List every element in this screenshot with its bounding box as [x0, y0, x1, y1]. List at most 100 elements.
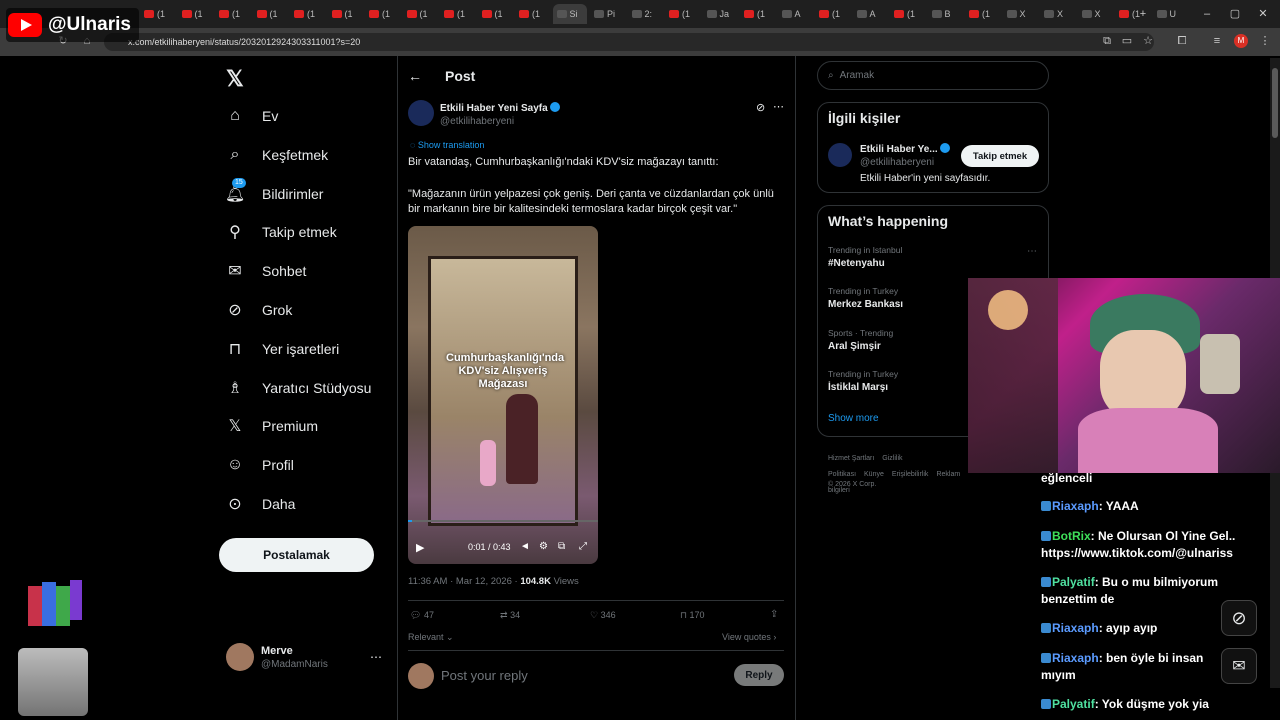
browser-tab[interactable]: (1 — [290, 4, 326, 24]
share-icon[interactable]: ⇪ — [770, 609, 778, 620]
author-avatar[interactable] — [408, 100, 434, 126]
nav-item-8[interactable]: 𝕏 Premium — [224, 411, 318, 441]
tab-favicon-icon — [1081, 10, 1092, 18]
x-logo[interactable]: 𝕏 — [226, 66, 244, 92]
author-name[interactable]: Etkili Haber Yeni Sayfa — [440, 102, 561, 114]
like-action[interactable]: ♡ 346 — [590, 610, 616, 621]
sort-dropdown[interactable]: Relevant ⌄ — [408, 632, 454, 643]
related-name[interactable]: Etkili Haber Ye... — [860, 143, 951, 155]
footer-link[interactable]: Hizmet Şartları — [828, 455, 874, 462]
repost-action[interactable]: ⇄ 34 — [500, 610, 520, 621]
post-text-2: "Mağazanın ürün yelpazesi çok geniş. Der… — [408, 188, 774, 215]
browser-tab[interactable]: (1 — [440, 4, 476, 24]
browser-tab[interactable]: (1 — [178, 4, 214, 24]
happening-title: What’s happening — [828, 213, 949, 229]
nav-item-9[interactable]: ☺ Profil — [224, 450, 294, 480]
browser-menu-icon[interactable]: ⋮ — [1258, 34, 1272, 48]
footer-link[interactable]: Künye — [864, 471, 884, 478]
trend-name[interactable]: #Netenyahu — [828, 258, 885, 269]
browser-tab[interactable]: (1 — [515, 4, 551, 24]
maximize-icon[interactable]: ▢ — [1228, 7, 1242, 21]
browser-tab[interactable]: (1 — [140, 4, 176, 24]
bookmark-star-icon[interactable]: ☆ — [1141, 34, 1155, 48]
notification-badge: 15 — [232, 177, 246, 188]
browser-tab[interactable]: X — [1040, 4, 1076, 24]
post-more-icon[interactable]: ⋯ — [773, 100, 784, 113]
bookmark-action[interactable]: ⊓ 170 — [680, 610, 705, 621]
trend-name[interactable]: Merkez Bankası — [828, 299, 903, 310]
browser-tab[interactable]: B — [928, 4, 964, 24]
new-tab-button[interactable]: + — [1136, 7, 1150, 21]
nav-item-6[interactable]: ⊓ Yer işaretleri — [224, 334, 340, 364]
scrollbar-thumb[interactable] — [1272, 68, 1278, 138]
browser-tab[interactable]: U — [1153, 4, 1189, 24]
glass-icon[interactable] — [18, 648, 88, 716]
nav-item-0[interactable]: ⌂ Ev — [224, 101, 278, 131]
browser-tab[interactable]: X — [1078, 4, 1114, 24]
trend-more-icon[interactable]: ⋯ — [1027, 246, 1037, 257]
reply-button[interactable]: Reply — [734, 664, 784, 686]
browser-tab[interactable]: Si — [552, 4, 587, 24]
grok-floating-icon[interactable]: ⊘ — [1221, 600, 1257, 636]
post-button[interactable]: Postalamak — [219, 538, 374, 572]
address-bar[interactable]: x.com/etkilihaberyeni/status/20320129243… — [104, 33, 1154, 51]
grok-explain-icon[interactable]: ⊘ — [756, 101, 765, 114]
play-icon[interactable]: ▶ — [416, 541, 424, 554]
browser-tab[interactable]: (1 — [665, 4, 701, 24]
reading-list-icon[interactable]: ≡ — [1210, 34, 1224, 48]
browser-tab[interactable]: A — [778, 4, 814, 24]
nav-item-3[interactable]: ⚲ Takip etmek — [224, 217, 337, 247]
trend-name[interactable]: İstiklal Marşı — [828, 382, 888, 393]
close-window-icon[interactable]: ✕ — [1256, 7, 1270, 21]
nav-item-1[interactable]: ⌕ Keşfetmek — [224, 140, 329, 170]
profile-avatar-icon[interactable]: M — [1234, 34, 1248, 48]
minimize-icon[interactable]: – — [1200, 7, 1214, 21]
tab-label: X — [1019, 9, 1026, 19]
cast-icon[interactable]: ▭ — [1120, 34, 1134, 48]
nav-item-10[interactable]: ⊙ Daha — [224, 489, 295, 519]
nav-item-4[interactable]: ✉ Sohbet — [224, 256, 306, 286]
winrar-icon[interactable] — [24, 576, 86, 634]
reply-input[interactable]: Post your reply — [441, 668, 528, 683]
related-avatar[interactable] — [828, 143, 852, 167]
nav-item-5[interactable]: ⊘ Grok — [224, 295, 292, 325]
reply-action[interactable]: 💬︎ 47 — [410, 610, 434, 621]
view-quotes-link[interactable]: View quotes › — [722, 632, 776, 642]
browser-tab[interactable]: X — [1003, 4, 1039, 24]
browser-tab[interactable]: 2: — [628, 4, 664, 24]
browser-tab[interactable]: (1 — [478, 4, 514, 24]
messages-floating-icon[interactable]: ✉ — [1221, 648, 1257, 684]
avatar[interactable] — [226, 643, 254, 671]
nav-item-7[interactable]: ♗ Yaratıcı Stüdyosu — [224, 373, 372, 403]
account-more-icon[interactable]: ⋯ — [370, 650, 382, 664]
show-more-link[interactable]: Show more — [828, 413, 879, 424]
browser-tab[interactable]: (1 — [815, 4, 851, 24]
browser-tab[interactable]: A — [853, 4, 889, 24]
browser-tab[interactable]: (1 — [965, 4, 1001, 24]
browser-tab[interactable]: (1 — [403, 4, 439, 24]
translate-icon[interactable]: ⧉ — [1100, 34, 1114, 48]
browser-tab[interactable]: (1 — [215, 4, 251, 24]
browser-tab[interactable]: (1 — [740, 4, 776, 24]
pip-icon[interactable]: ⧉ — [558, 541, 565, 552]
translate-link[interactable]: ◌ Show translation — [410, 140, 484, 150]
trend-name[interactable]: Aral Şimşir — [828, 341, 881, 352]
nav-item-2[interactable]: 🔔︎ 15 Bildirimler — [224, 177, 323, 209]
back-icon[interactable]: ← — [408, 68, 422, 84]
search-box[interactable]: ⌕ Aramak — [817, 61, 1049, 90]
footer-link[interactable]: Erişilebilirlik — [892, 471, 929, 478]
browser-tab[interactable]: Ja — [703, 4, 739, 24]
browser-tab[interactable]: (1 — [253, 4, 289, 24]
mute-icon[interactable]: ◄ — [520, 541, 530, 552]
browser-tab[interactable]: (1 — [328, 4, 364, 24]
browser-tab[interactable]: Pi — [590, 4, 626, 24]
browser-tab[interactable]: (1 — [890, 4, 926, 24]
extensions-icon[interactable]: ⧠ — [1175, 34, 1189, 48]
video-player[interactable]: Cumhurbaşkanlığı'nda KDV'siz Alışveriş M… — [408, 226, 598, 564]
browser-tab[interactable]: (1 — [365, 4, 401, 24]
settings-icon[interactable]: ⚙ — [539, 541, 548, 552]
fullscreen-icon[interactable]: ⤢ — [579, 541, 587, 552]
nav-label: Takip etmek — [262, 224, 337, 241]
follow-button[interactable]: Takip etmek — [961, 145, 1039, 167]
video-progress-track[interactable] — [408, 520, 598, 522]
